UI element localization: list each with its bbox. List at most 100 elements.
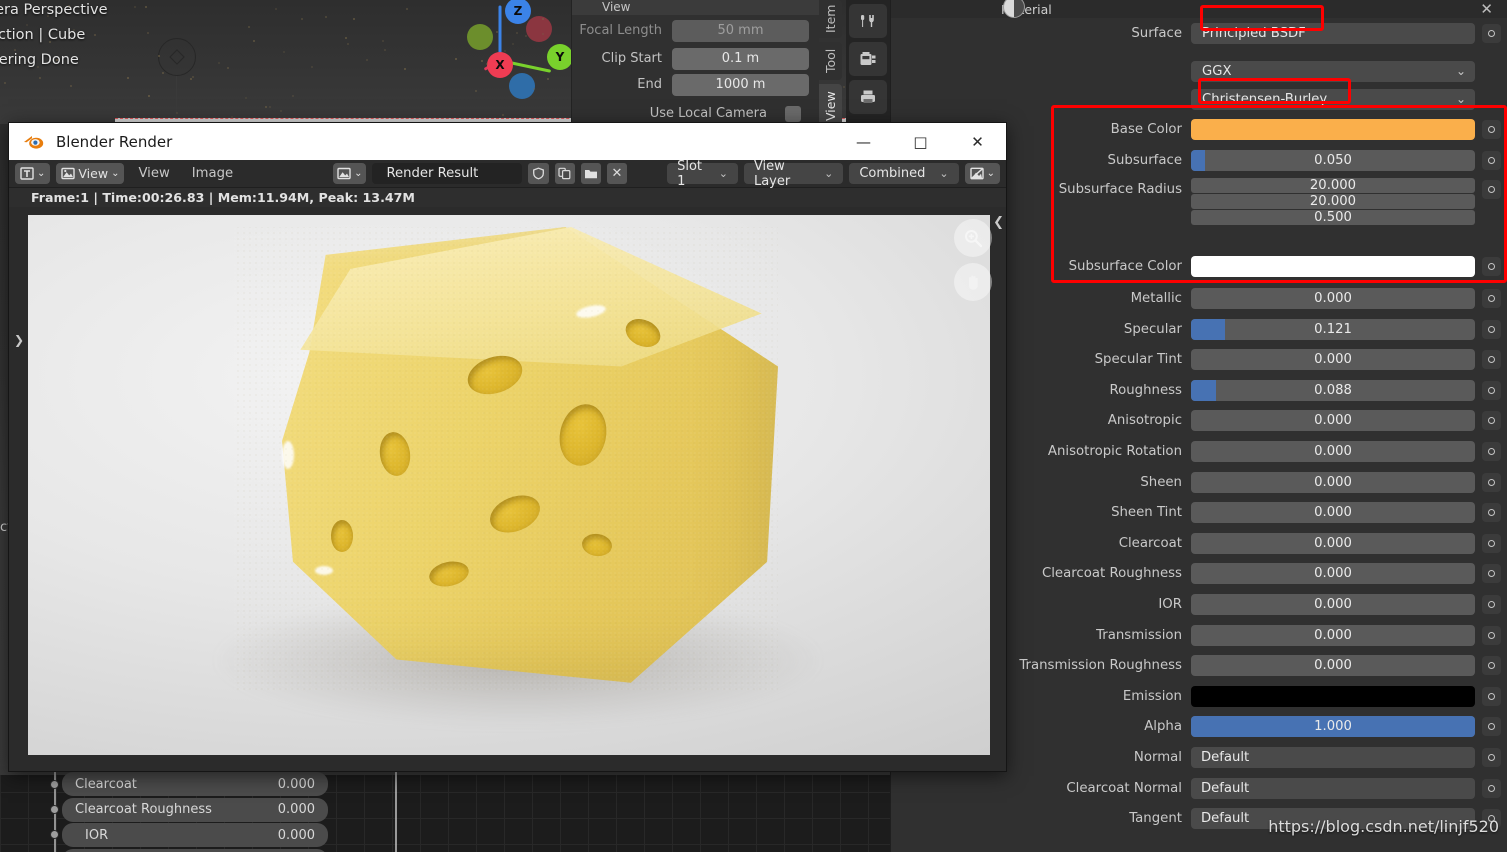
open-folder-icon[interactable]	[581, 163, 601, 184]
npanel-field-focal-length[interactable]: 50 mm	[672, 20, 809, 42]
base-color-swatch[interactable]	[1191, 119, 1475, 140]
emission-color-swatch[interactable]	[1191, 686, 1475, 707]
socket-icon-specular-tint[interactable]	[1482, 350, 1501, 369]
ior-slider[interactable]: 0.000	[1191, 594, 1475, 615]
socket-icon-transmission-roughness[interactable]	[1482, 656, 1501, 675]
pan-hand-icon[interactable]	[954, 263, 992, 301]
socket-icon-alpha[interactable]	[1482, 717, 1501, 736]
image-editor-header[interactable]: ⌄ View ⌄ View Image ⌄ Render Result ✕ Sl…	[9, 160, 1006, 188]
expand-left-sidebar-arrow[interactable]: ❯	[14, 333, 24, 347]
socket-icon-transmission[interactable]	[1482, 626, 1501, 645]
subsurface-radius-y[interactable]: 20.000	[1191, 194, 1475, 209]
subsurface-method-dropdown[interactable]: Christensen-Burley ⌄	[1191, 89, 1475, 110]
gizmo-ball-x[interactable]: X	[487, 52, 513, 78]
sidebar-tab-item[interactable]: Item	[819, 0, 842, 38]
render-properties-tab[interactable]	[849, 42, 887, 76]
socket-icon-sheen-tint[interactable]	[1482, 503, 1501, 522]
socket-icon-clearcoat[interactable]	[1482, 534, 1501, 553]
render-pass-dropdown[interactable]: Combined ⌄	[849, 163, 958, 184]
viewport-sidebar-view[interactable]: View Focal Length 50 mm Clip Start 0.1 m…	[571, 0, 819, 130]
row-surface[interactable]: Surface Principled BSDF	[891, 18, 1507, 49]
socket-icon-metallic[interactable]	[1482, 289, 1501, 308]
node-row-ior[interactable]: IOR 0.000	[62, 823, 328, 847]
subsurface-color-swatch[interactable]	[1191, 256, 1475, 277]
anisotropic-slider[interactable]: 0.000	[1191, 410, 1475, 431]
close-window-icon[interactable]: ✕	[949, 123, 1006, 160]
properties-tab-rail[interactable]	[846, 0, 890, 130]
navigation-gizmo[interactable]: Z Y X	[452, 2, 562, 112]
socket-icon-anisotropic[interactable]	[1482, 411, 1501, 430]
alpha-slider[interactable]: 1.000	[1191, 716, 1475, 737]
use-local-camera-checkbox[interactable]	[785, 106, 801, 122]
output-properties-tab[interactable]	[849, 80, 887, 114]
principled-bsdf-node[interactable]: Clearcoat 0.000 Clearcoat Roughness 0.00…	[62, 772, 328, 852]
shader-node-editor[interactable]: Clearcoat 0.000 Clearcoat Roughness 0.00…	[0, 766, 890, 852]
tool-properties-tab[interactable]	[849, 4, 887, 38]
npanel-field-clip-end[interactable]: 1000 m	[672, 74, 809, 96]
close-icon[interactable]: ✕	[1480, 0, 1493, 18]
window-controls[interactable]: — □ ✕	[835, 123, 1006, 160]
socket-icon-sheen[interactable]	[1482, 473, 1501, 492]
expand-right-sidebar-arrow[interactable]: ❮	[993, 215, 1004, 230]
minimize-icon[interactable]: —	[835, 123, 892, 160]
menu-image[interactable]: Image	[184, 166, 241, 181]
node-socket-icon[interactable]	[50, 830, 59, 839]
viewport-sidebar-tabs[interactable]: Item Tool View	[819, 0, 842, 130]
gizmo-ball-neg-x[interactable]	[467, 24, 493, 50]
npanel-row-focal-length[interactable]: Focal Length 50 mm	[572, 18, 819, 43]
socket-icon-subsurface-color[interactable]	[1482, 257, 1501, 276]
row-clearcoat-normal[interactable]: Clearcoat Normal Default	[891, 775, 1507, 801]
image-datablock-icon[interactable]: ⌄	[333, 163, 366, 184]
view-mode-dropdown[interactable]: View ⌄	[56, 163, 124, 184]
datablock-name-field[interactable]: Render Result	[372, 163, 522, 184]
maximize-icon[interactable]: □	[892, 123, 949, 160]
blender-render-window[interactable]: Blender Render — □ ✕ ⌄ View ⌄ View Image…	[8, 122, 1007, 772]
render-result-canvas[interactable]	[28, 215, 990, 755]
socket-icon-anisotropic-rotation[interactable]	[1482, 442, 1501, 461]
socket-icon-subsurface[interactable]	[1482, 151, 1501, 170]
roughness-slider[interactable]: 0.088	[1191, 380, 1475, 401]
zoom-in-icon[interactable]	[954, 219, 992, 257]
sheen-slider[interactable]: 0.000	[1191, 472, 1475, 493]
npanel-row-clip-start[interactable]: Clip Start 0.1 m	[572, 46, 819, 71]
clearcoat-slider[interactable]: 0.000	[1191, 533, 1475, 554]
transmission-slider[interactable]: 0.000	[1191, 625, 1475, 646]
fake-user-shield-icon[interactable]	[528, 163, 548, 184]
node-row-transmission[interactable]: Transmission 0.000	[62, 849, 328, 852]
surface-shader-dropdown[interactable]: Principled BSDF	[1191, 23, 1475, 44]
transmission-roughness-slider[interactable]: 0.000	[1191, 655, 1475, 676]
unlink-x-icon[interactable]: ✕	[607, 163, 627, 184]
npanel-field-clip-start[interactable]: 0.1 m	[672, 48, 809, 70]
subsurface-radius-z[interactable]: 0.500	[1191, 210, 1475, 225]
normal-input[interactable]: Default	[1191, 747, 1475, 768]
clearcoat-roughness-slider[interactable]: 0.000	[1191, 563, 1475, 584]
socket-icon-surface[interactable]	[1482, 24, 1501, 43]
specular-slider[interactable]: 0.121	[1191, 319, 1475, 340]
row-distribution[interactable]: GGX ⌄	[891, 56, 1507, 86]
socket-icon-emission[interactable]	[1482, 687, 1501, 706]
anisotropic-rotation-slider[interactable]: 0.000	[1191, 441, 1475, 462]
render-window-titlebar[interactable]: Blender Render — □ ✕	[9, 123, 1006, 160]
socket-icon-clearcoat-roughness[interactable]	[1482, 564, 1501, 583]
socket-icon-normal[interactable]	[1482, 748, 1501, 767]
node-row-clearcoat[interactable]: Clearcoat 0.000	[62, 772, 328, 796]
gizmo-ball-neg-y[interactable]	[526, 16, 552, 42]
editor-type-selector[interactable]: ⌄	[15, 163, 50, 184]
view-layer-dropdown[interactable]: View Layer ⌄	[744, 163, 843, 184]
subsurface-radius-stack[interactable]: 20.000 20.000 0.500	[1191, 178, 1475, 225]
menu-view[interactable]: View	[130, 166, 177, 181]
node-socket-icon[interactable]	[50, 805, 59, 814]
socket-icon-roughness[interactable]	[1482, 381, 1501, 400]
distribution-dropdown[interactable]: GGX ⌄	[1191, 61, 1475, 82]
gizmo-ball-neg-z[interactable]	[509, 73, 535, 99]
specular-tint-slider[interactable]: 0.000	[1191, 349, 1475, 370]
subsurface-radius-x[interactable]: 20.000	[1191, 178, 1475, 193]
gizmo-ball-y[interactable]: Y	[547, 44, 573, 70]
clearcoat-normal-input[interactable]: Default	[1191, 778, 1475, 799]
sheen-tint-slider[interactable]: 0.000	[1191, 502, 1475, 523]
sidebar-tab-tool[interactable]: Tool	[819, 42, 842, 80]
socket-icon-subsurface-radius[interactable]	[1482, 180, 1501, 199]
node-row-clearcoat-roughness[interactable]: Clearcoat Roughness 0.000	[62, 798, 328, 822]
socket-icon-base-color[interactable]	[1482, 120, 1501, 139]
new-copy-icon[interactable]	[555, 163, 575, 184]
